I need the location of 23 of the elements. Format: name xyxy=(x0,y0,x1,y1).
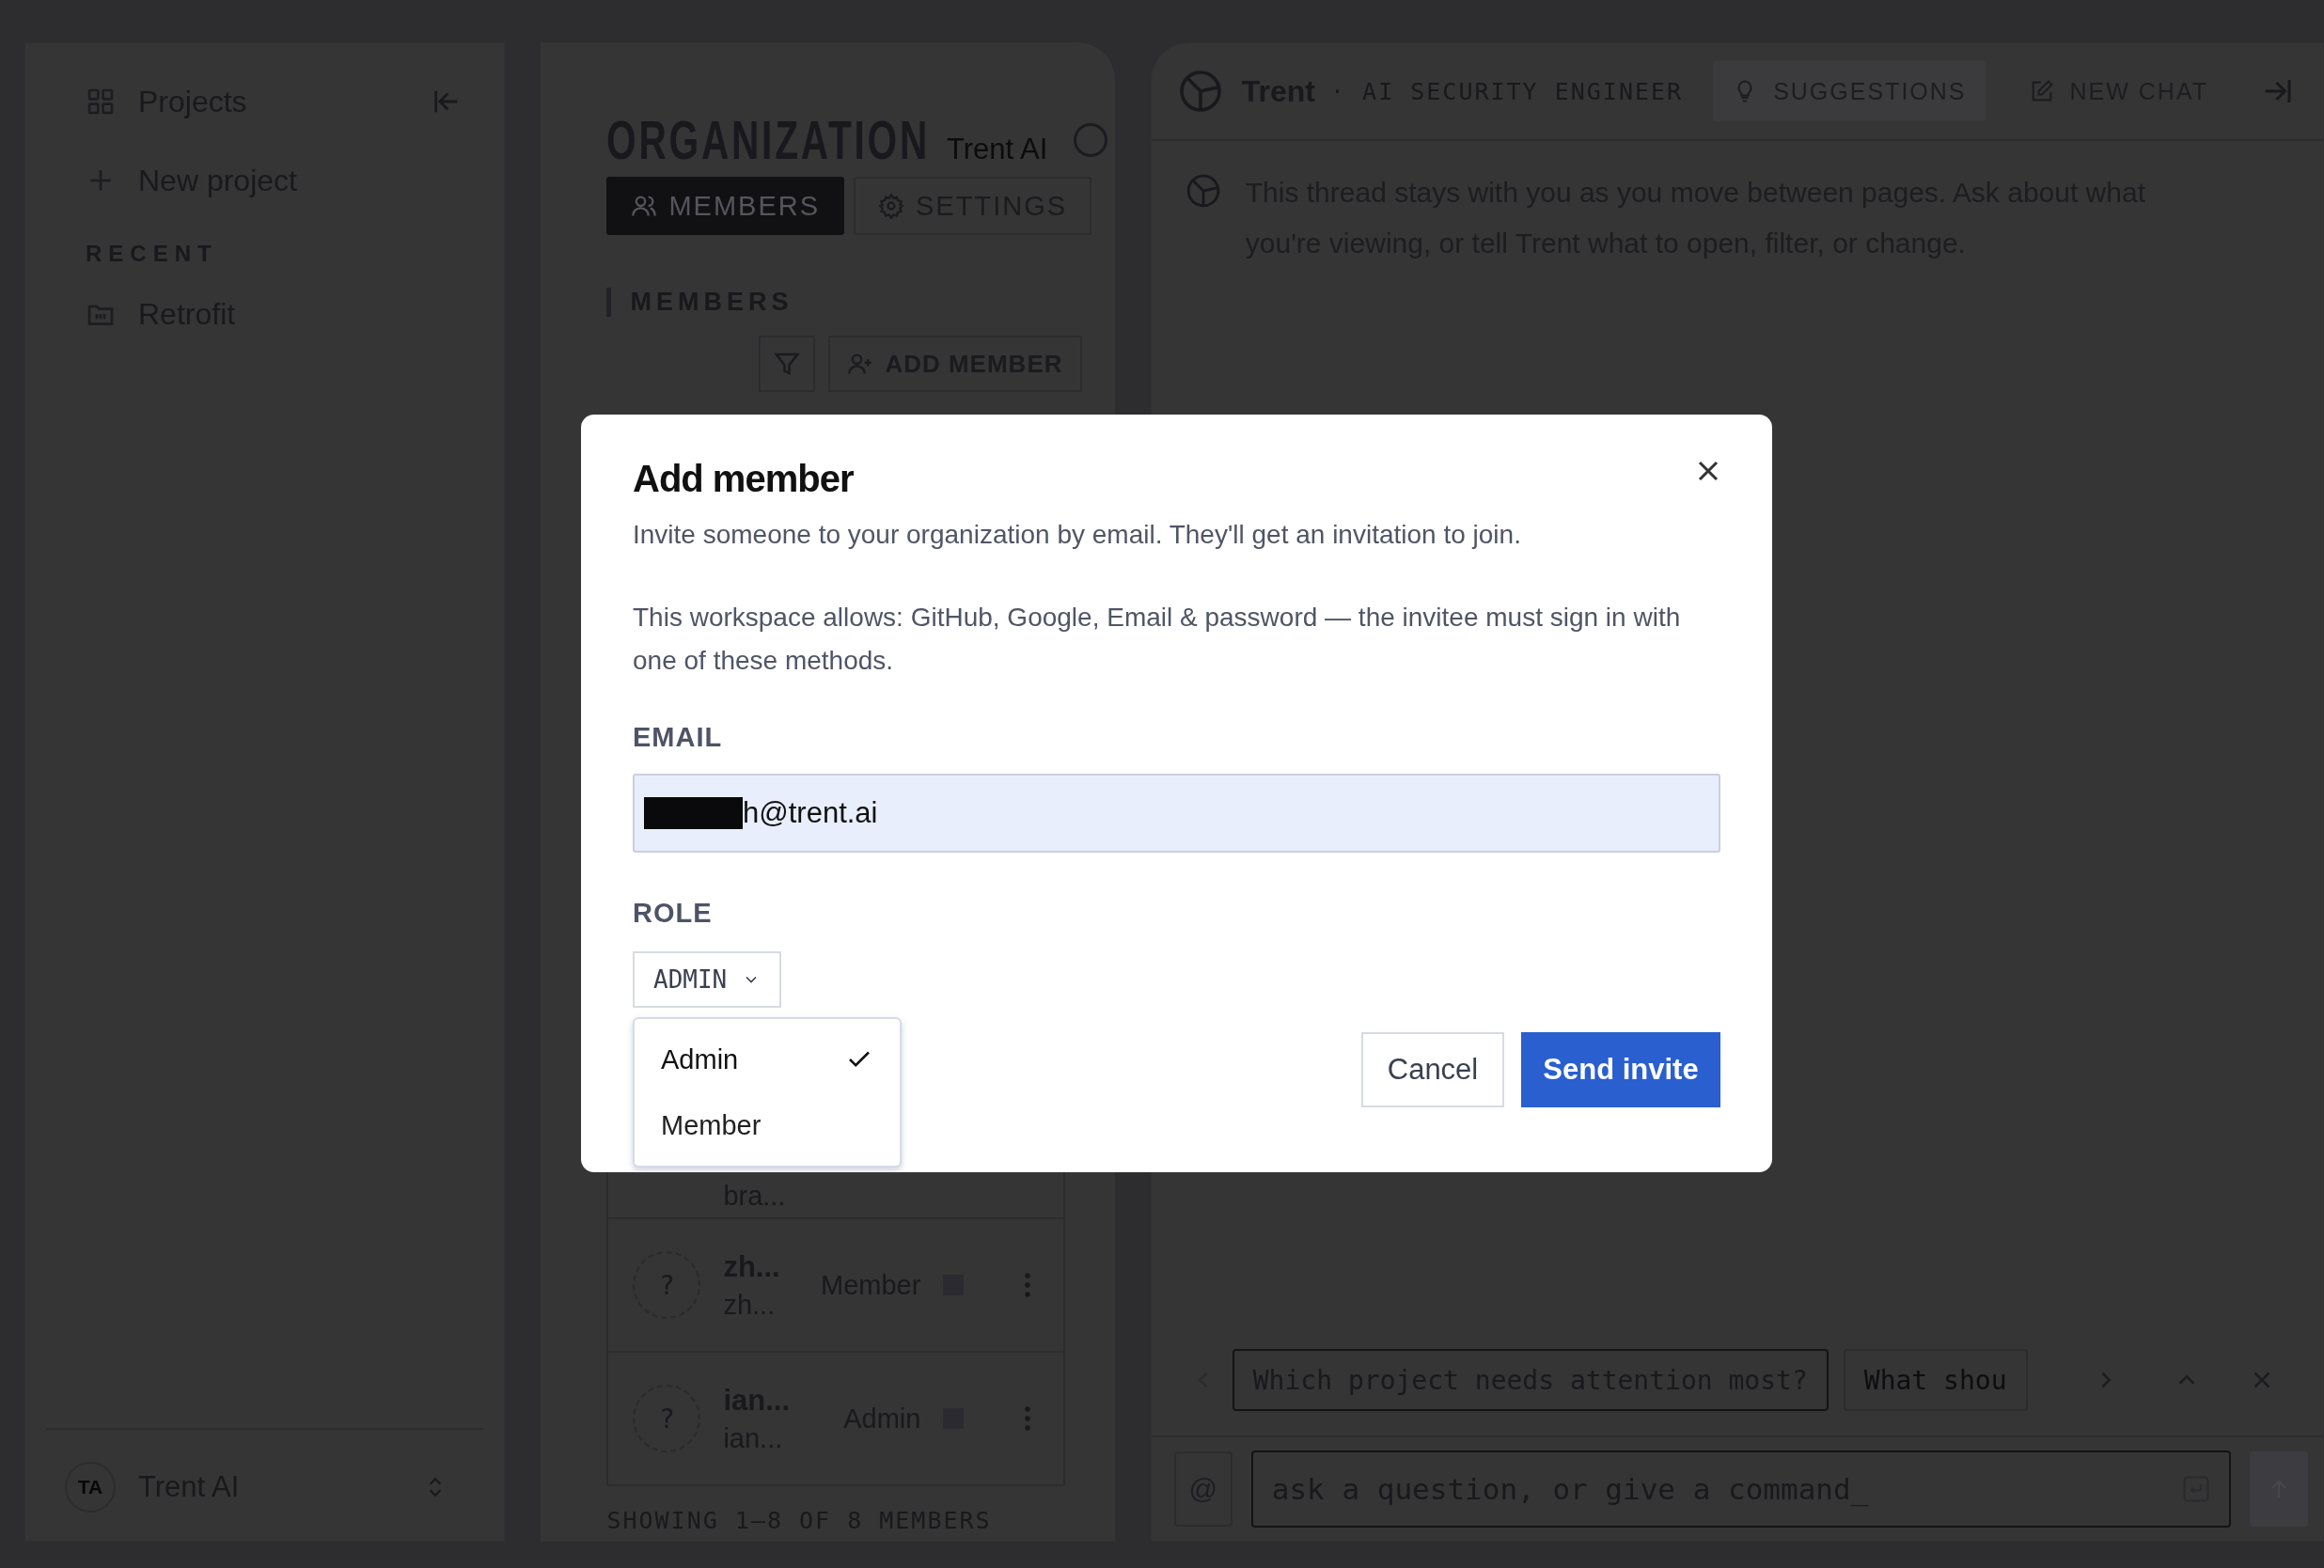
globe-icon xyxy=(1185,173,1221,209)
field-label: ROLE xyxy=(633,898,714,929)
field-label: EMAIL xyxy=(633,722,724,753)
dialog-title: Add member xyxy=(633,458,854,500)
role-option[interactable]: Admin xyxy=(635,1027,900,1092)
help-icon[interactable] xyxy=(1074,122,1108,157)
more-icon[interactable] xyxy=(1024,1404,1032,1433)
globe-icon xyxy=(1177,69,1223,114)
sign-in-note: This workspace allows: GitHub, Google, Email & password — the invitee must sign in with one of these methods. xyxy=(633,602,1682,677)
filter-button[interactable] xyxy=(759,336,816,392)
dialog-description: Invite someone to your organization by email. They'll get an invitation to join. xyxy=(633,519,1522,551)
grid-icon xyxy=(86,86,116,117)
avatar: ? xyxy=(633,1251,701,1319)
cancel-button[interactable]: Cancel xyxy=(1361,1032,1504,1107)
tab[interactable]: MEMBERS xyxy=(606,177,845,235)
gear-icon xyxy=(878,193,905,219)
role-select[interactable]: ADMIN xyxy=(633,951,782,1008)
email-field[interactable]: h@trent.ai xyxy=(633,774,1720,853)
role-option[interactable]: Member xyxy=(635,1092,900,1158)
more-icon[interactable] xyxy=(1024,1271,1032,1299)
mention-button[interactable]: @ xyxy=(1173,1451,1233,1527)
send-invite-button[interactable]: Send invite xyxy=(1521,1032,1720,1107)
avatar: ? xyxy=(633,1385,701,1452)
